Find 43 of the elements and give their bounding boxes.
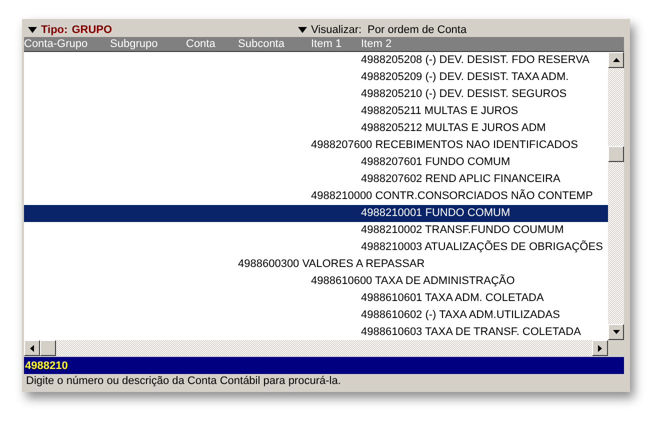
- dropdown-icon[interactable]: [298, 26, 307, 32]
- left-arrow-icon: [30, 344, 34, 352]
- dropdown-icon[interactable]: [28, 26, 37, 32]
- scroll-thumb[interactable]: [608, 146, 624, 162]
- column-header[interactable]: Subgrupo: [110, 38, 186, 50]
- status-text: Digite o número ou descrição da Conta Contábil para procurá-la.: [25, 374, 342, 389]
- scroll-down-button[interactable]: [608, 324, 624, 340]
- scroll-left-button[interactable]: [24, 340, 40, 356]
- account-row[interactable]: 4988600300 VALORES A REPASSAR: [24, 256, 608, 273]
- right-arrow-icon: [598, 344, 602, 352]
- column-header[interactable]: Subconta: [238, 38, 311, 50]
- visualizar-value[interactable]: Por ordem de Conta: [368, 24, 467, 36]
- column-header[interactable]: Conta: [186, 38, 238, 50]
- column-header[interactable]: Item 1: [311, 38, 361, 50]
- account-row[interactable]: 4988205210 (-) DEV. DESIST. SEGUROS: [24, 86, 608, 103]
- account-row[interactable]: 4988210002 TRANSF.FUNDO COUMUM: [24, 222, 608, 239]
- column-header[interactable]: Conta-Grupo: [24, 38, 110, 50]
- vertical-scrollbar[interactable]: [608, 52, 624, 340]
- account-row[interactable]: 4988610602 (-) TAXA ADM.UTILIZADAS: [24, 307, 608, 324]
- column-header[interactable]: Item 2: [361, 38, 561, 50]
- account-row[interactable]: 4988205209 (-) DEV. DESIST. TAXA ADM.: [24, 69, 608, 86]
- down-arrow-icon: [612, 330, 620, 334]
- account-row[interactable]: 4988207600 RECEBIMENTOS NAO IDENTIFICADOS: [24, 137, 608, 154]
- account-row[interactable]: 4988205212 MULTAS E JUROS ADM: [24, 120, 608, 137]
- account-row[interactable]: 4988207602 REND APLIC FINANCEIRA: [24, 171, 608, 188]
- scroll-thumb[interactable]: [40, 340, 56, 356]
- tipo-label: Tipo:: [41, 24, 68, 36]
- account-row[interactable]: 4988610603 TAXA DE TRANSF. COLETADA: [24, 324, 608, 340]
- account-row[interactable]: 4988210003 ATUALIZAÇÕES DE OBRIGAÇÕES: [24, 239, 608, 256]
- account-row[interactable]: 4988210000 CONTR.CONSORCIADOS NÃO CONTEMP: [24, 188, 608, 205]
- visualizar-label: Visualizar:: [311, 24, 362, 36]
- account-row[interactable]: 4988207601 FUNDO COMUM: [24, 154, 608, 171]
- account-row[interactable]: 4988210001 FUNDO COMUM: [24, 205, 608, 222]
- scroll-up-button[interactable]: [608, 52, 624, 68]
- horizontal-scrollbar[interactable]: [24, 340, 608, 356]
- search-field[interactable]: 4988210: [24, 357, 624, 374]
- account-row[interactable]: 4988205208 (-) DEV. DESIST. FDO RESERVA: [24, 52, 608, 69]
- account-row[interactable]: 4988610600 TAXA DE ADMINISTRAÇÃO: [24, 273, 608, 290]
- tipo-value[interactable]: GRUPO: [72, 24, 112, 36]
- account-row[interactable]: 4988610601 TAXA ADM. COLETADA: [24, 290, 608, 307]
- up-arrow-icon: [612, 58, 620, 62]
- scroll-right-button[interactable]: [592, 340, 608, 356]
- account-row[interactable]: 4988205211 MULTAS E JUROS: [24, 103, 608, 120]
